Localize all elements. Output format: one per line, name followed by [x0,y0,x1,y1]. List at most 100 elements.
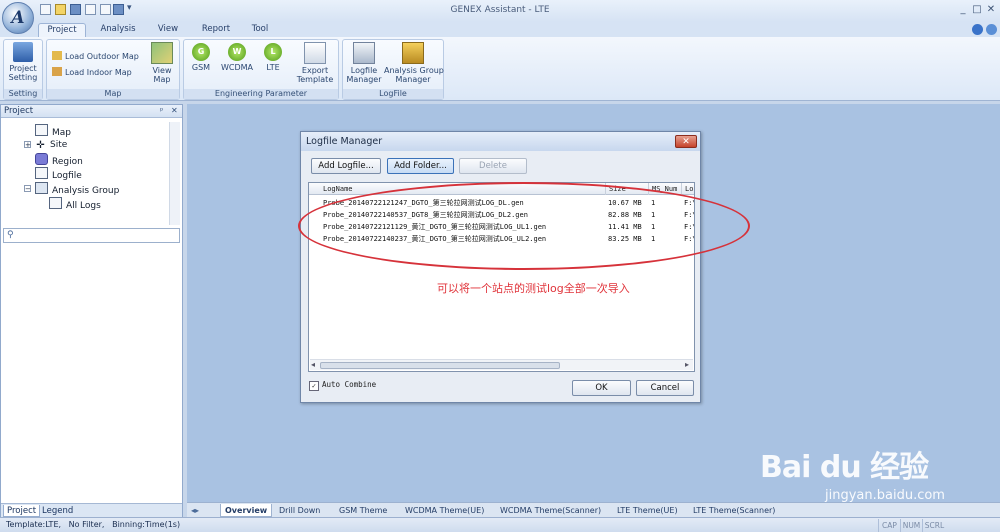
tab-report[interactable]: Report [195,23,237,37]
dialog-title: Logfile Manager [301,132,700,151]
scroll-left-icon[interactable]: ◂ [311,360,315,369]
add-folder-button[interactable]: Add Folder... [387,158,454,174]
load-indoor-map-button[interactable]: Load Indoor Map [52,67,132,79]
wcdma-button[interactable]: W WCDMA [220,43,254,72]
app-logo[interactable]: A [2,2,34,34]
tab-project-panel[interactable]: Project [3,505,41,517]
watermark-logo: Bai du 经验 [760,450,929,485]
outdoor-map-icon [52,51,62,60]
tab-overview[interactable]: Overview [220,504,273,517]
analysis-group-manager-button[interactable]: Analysis Group Manager [384,42,444,84]
group-label: Map [47,89,179,99]
analysis-group-manager-icon [402,42,424,64]
logfile-manager-label: Logfile Manager [346,66,382,84]
tab-tool[interactable]: Tool [245,23,275,37]
delete-button[interactable]: Delete [459,158,527,174]
tree-item-analysis-group[interactable]: Analysis Group [35,182,119,196]
dialog-close-button[interactable]: ✕ [675,135,697,148]
tab-analysis[interactable]: Analysis [95,23,141,37]
group-label: Engineering Parameter [184,89,338,99]
tree-item-map[interactable]: Map [35,124,71,138]
tree-item-region[interactable]: Region [35,153,83,167]
minimize-button[interactable]: _ [956,4,970,16]
gsm-button[interactable]: G GSM [188,43,214,72]
horizontal-scrollbar[interactable]: ◂ ▸ [310,359,693,370]
logfile-manager-button[interactable]: Logfile Manager [346,42,382,84]
group-label: LogFile [343,89,443,99]
tree-item-label: Region [52,157,83,167]
tab-gsm-theme[interactable]: GSM Theme [339,504,387,517]
info-icon[interactable] [986,24,997,35]
group-label: Setting [4,89,42,99]
tab-wcdma-theme-scanner[interactable]: WCDMA Theme(Scanner) [500,504,601,517]
project-setting-label: Project Setting [8,64,38,82]
add-logfile-button[interactable]: Add Logfile... [311,158,381,174]
scroll-lock-indicator: SCRL [922,519,946,532]
collapse-analysis-group-icon[interactable]: − [24,185,31,193]
tab-project[interactable]: Project [38,23,86,37]
num-indicator: NUM [900,519,922,532]
view-map-label: View Map [152,66,172,84]
tree-item-label: All Logs [66,201,101,211]
tree-item-logfile[interactable]: Logfile [35,167,82,181]
tab-view[interactable]: View [150,23,186,37]
analysis-group-manager-label: Analysis Group Manager [384,66,444,84]
tab-drill-down[interactable]: Drill Down [279,504,320,517]
all-logs-icon [49,197,62,209]
lte-icon: L [264,43,282,61]
site-icon: ✛ [36,140,45,151]
export-template-label: Export Template [296,66,334,84]
gsm-label: GSM [191,63,211,72]
region-icon [35,153,48,165]
watermark-url: jingyan.baidu.com [825,488,945,503]
project-panel-header: Project [1,105,182,118]
status-bar: Template:LTE, No Filter, Binning:Time(1s… [0,517,1000,532]
project-setting-button[interactable]: Project Setting [6,42,40,82]
tree-item-site[interactable]: ✛ Site [35,138,67,152]
export-template-icon [304,42,326,64]
auto-combine-checkbox[interactable]: ✓ Auto Combine [309,380,376,391]
tab-lte-theme-ue[interactable]: LTE Theme(UE) [617,504,678,517]
search-input[interactable]: ⚲ [3,228,180,243]
cancel-button[interactable]: Cancel [636,380,694,396]
load-outdoor-map-button[interactable]: Load Outdoor Map [52,51,139,63]
annotation-text: 可以将一个站点的测试log全部一次导入 [437,282,630,295]
auto-combine-label: Auto Combine [322,380,377,389]
logfile-manager-icon [353,42,375,64]
baidu-watermark: Bai du 经验 jingyan.baidu.com [750,432,1000,512]
tree-item-label: Analysis Group [52,186,120,196]
close-button[interactable]: ✕ [984,4,998,16]
wcdma-label: WCDMA [220,63,254,72]
sheet-scroll-icon[interactable]: ◂▸ [191,504,199,517]
checkbox-check-icon: ✓ [309,381,319,391]
restore-button[interactable]: □ [970,4,984,16]
tree-item-label: Site [50,140,68,150]
project-panel: Project ᵖ ✕ Map + ✛ Site Region Logfile −… [0,104,183,517]
scroll-right-icon[interactable]: ▸ [685,360,689,369]
load-indoor-map-label: Load Indoor Map [65,68,132,77]
wcdma-icon: W [228,43,246,61]
tree-item-label: Map [52,128,71,138]
load-outdoor-map-label: Load Outdoor Map [65,52,139,61]
tab-legend[interactable]: Legend [39,505,76,517]
pin-icon[interactable]: ᵖ [160,106,163,115]
gsm-icon: G [192,43,210,61]
help-icon[interactable] [972,24,983,35]
tree-scrollbar[interactable] [169,122,180,225]
ok-button[interactable]: OK [572,380,631,396]
map-icon [35,124,48,136]
export-template-button[interactable]: Export Template [294,42,336,84]
logfile-icon [35,167,48,179]
view-map-icon [151,42,173,64]
panel-close-icon[interactable]: ✕ [171,106,178,115]
tab-wcdma-theme-ue[interactable]: WCDMA Theme(UE) [405,504,484,517]
caps-indicator: CAP [878,519,900,532]
expand-site-icon[interactable]: + [24,141,31,149]
column-header-location[interactable]: Lo [682,183,694,195]
tree-item-all-logs[interactable]: All Logs [49,197,101,211]
annotation-ellipse [298,182,750,270]
project-setting-icon [13,42,33,62]
view-map-button[interactable]: View Map [148,42,176,84]
scrollbar-thumb[interactable] [320,362,560,369]
lte-button[interactable]: L LTE [261,43,285,72]
